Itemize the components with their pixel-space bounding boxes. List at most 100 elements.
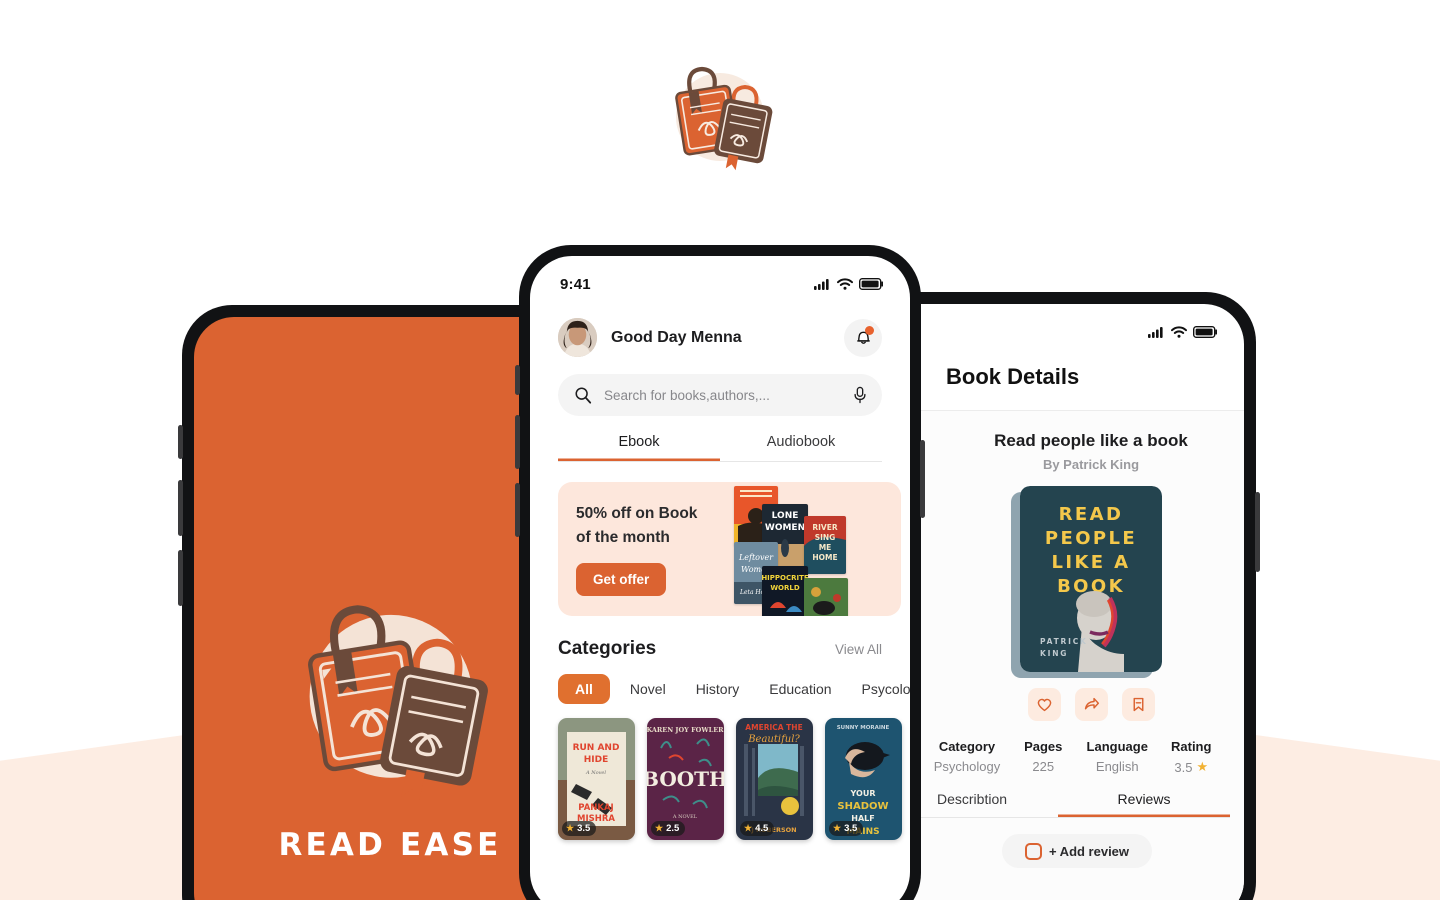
promo-banner-carousel[interactable]: 50% off on Book of the month Get offer L… [558,482,910,616]
share-button[interactable] [1074,688,1108,721]
greeting-text: Good Day Menna [611,328,742,346]
svg-text:HIPPOCRITE: HIPPOCRITE [762,574,808,582]
category-chips: All Novel History Education Psycology [558,674,910,704]
svg-text:KAREN JOY FOWLER: KAREN JOY FOWLER [647,726,724,734]
heart-icon [1037,698,1051,712]
book-card[interactable]: RUN AND HIDE A Novel PANKAJ MISHRA ★ 3.5 [558,718,635,840]
battery-icon [1193,326,1217,338]
svg-text:YOUR: YOUR [850,789,876,798]
book-details-screen: 9:41 [872,304,1244,900]
meta-pages: Pages 225 [1024,739,1063,774]
svg-text:PATRICK: PATRICK [1040,637,1088,646]
collage-cover: HIPPOCRITE WORLD [762,566,808,616]
notification-dot [865,325,874,335]
content-type-tabs: Ebook Audiobook [558,434,882,462]
promo-title-line1: 50% off on Book [576,505,698,523]
brand-logo-mark [660,57,780,177]
wifi-icon [1171,326,1187,338]
collage-cover: RIVER SING ME HOME [804,516,846,574]
status-bar-right: 9:41 [872,304,1244,346]
book-author: By Patrick King [1042,457,1140,472]
collage-cover: WEYWARD [804,578,848,616]
svg-text:ME: ME [819,543,832,552]
signal-bars-icon [1148,327,1163,338]
svg-text:SHADOW: SHADOW [837,801,888,812]
chip-history[interactable]: History [686,674,750,704]
tab-reviews[interactable]: Reviews [1058,791,1230,817]
signal-bars-icon [814,279,829,290]
status-time: 9:41 [560,275,591,293]
search-placeholder: Search for books,authors,... [604,387,770,403]
home-screen: 9:41 Good Day Menna Search for books,aut… [530,256,910,900]
meta-category: Category Psychology [933,739,1001,774]
chip-education[interactable]: Education [759,674,841,704]
chip-psycology[interactable]: Psycology [852,674,910,704]
promo-title-line2: of the month [576,528,670,546]
get-offer-button[interactable]: Get offer [576,562,667,596]
svg-text:Beautiful?: Beautiful? [747,734,800,745]
status-bar-mid: 9:41 [530,256,910,298]
tab-audiobook[interactable]: Audiobook [720,434,882,461]
details-tabs: Describtion Reviews [886,791,1230,818]
svg-text:WOMEN: WOMEN [765,523,805,533]
svg-text:AMERICA THE: AMERICA THE [745,723,802,732]
star-icon: ★ [833,823,842,833]
svg-text:A Novel: A Novel [585,770,606,776]
splash-logo-icon [280,589,502,811]
book-card[interactable]: AMERICA THE Beautiful? J ROBERSON ★ 4.5 [736,718,813,840]
meta-language: Language English [1086,739,1148,774]
rating-badge: ★ 3.5 [829,821,864,836]
add-review-button[interactable]: + Add review [1002,834,1152,868]
svg-text:HOME: HOME [812,553,837,562]
page-title: Book Details [872,346,1244,411]
svg-text:KING: KING [1040,649,1068,658]
book-action-bar [872,688,1244,721]
svg-text:SUNNY MORAINE: SUNNY MORAINE [837,725,890,731]
book-card-list: RUN AND HIDE A Novel PANKAJ MISHRA ★ 3.5 [558,718,910,840]
wifi-icon [837,278,853,290]
rating-badge: ★ 3.5 [562,821,597,836]
star-icon: ★ [1196,759,1209,774]
svg-text:BOOTH: BOOTH [647,767,724,791]
svg-text:RIVER: RIVER [812,523,837,532]
svg-text:Leftover: Leftover [738,553,774,562]
view-all-link[interactable]: View All [835,642,882,657]
promo-banner[interactable]: 50% off on Book of the month Get offer L… [558,482,901,616]
bookmark-icon [1133,697,1143,712]
star-icon: ★ [744,823,753,833]
rating-badge: ★ 4.5 [740,821,775,836]
svg-text:RUN AND: RUN AND [573,743,620,753]
svg-text:READ: READ [1059,504,1124,525]
favorite-button[interactable] [1027,688,1061,721]
battery-icon [859,278,883,290]
avatar[interactable] [558,318,597,357]
tab-ebook[interactable]: Ebook [558,434,720,461]
rating-value: 3.5 [1174,759,1193,775]
svg-text:HIDE: HIDE [584,755,609,765]
svg-text:WORLD: WORLD [770,584,800,592]
search-input[interactable]: Search for books,authors,... [558,374,882,416]
svg-text:LIKE A: LIKE A [1051,552,1130,573]
notifications-button[interactable] [844,318,882,357]
phone-mid-frame: 9:41 Good Day Menna Search for books,aut… [515,245,925,900]
book-title: Read people like a book [994,431,1188,450]
meta-rating: Rating 3.5 ★ [1171,739,1212,775]
book-card[interactable]: KAREN JOY FOWLER BOOTH A NOVEL ★ 2.5 [647,718,724,840]
svg-text:PEOPLE: PEOPLE [1045,528,1137,549]
chip-novel[interactable]: Novel [620,674,676,704]
svg-text:PANKAJ: PANKAJ [578,803,613,813]
book-meta-row: Category Psychology Pages 225 Language E… [872,739,1244,775]
book-card[interactable]: SUNNY MORAINE YOUR SHADOW HALF MAINS ★ 3… [825,718,902,840]
microphone-icon[interactable] [852,386,868,404]
rating-badge: ★ 2.5 [651,821,686,836]
categories-title: Categories [558,638,657,659]
promo-book-collage: LONE WOMEN RIVER SING ME HOME Leftover W… [726,482,886,616]
svg-text:A NOVEL: A NOVEL [672,814,698,820]
star-icon: ★ [566,823,575,833]
svg-text:LONE: LONE [772,511,799,521]
book-cover-image: READ PEOPLE LIKE A BOOK PATRICK KING [1020,486,1162,672]
bookmark-button[interactable] [1121,688,1155,721]
search-icon [575,387,592,404]
chip-all[interactable]: All [558,674,610,704]
poster-canvas: READ EASE 9:41 [0,0,1440,900]
